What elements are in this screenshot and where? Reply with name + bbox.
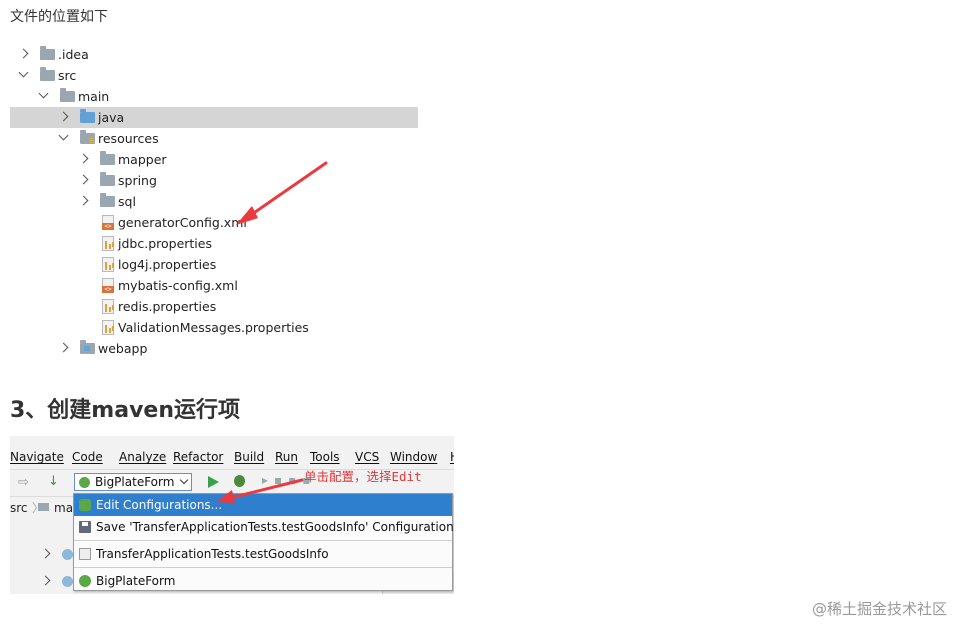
chevron-right-icon[interactable]	[18, 48, 29, 59]
source-folder-icon	[80, 109, 95, 123]
folder-icon	[40, 46, 55, 60]
chevron-right-icon[interactable]	[58, 111, 69, 122]
tree-row[interactable]: sql	[10, 191, 418, 212]
tree-row[interactable]: resources	[10, 128, 418, 149]
tree-row[interactable]: mybatis-config.xml	[10, 275, 418, 296]
chevron-right-icon[interactable]	[78, 174, 89, 185]
tree-row[interactable]: src	[10, 65, 418, 86]
tree-row[interactable]: webapp	[10, 338, 418, 359]
tree-row[interactable]: jdbc.properties	[10, 233, 418, 254]
tree-item-label: webapp	[98, 341, 148, 356]
properties-file-icon	[102, 320, 114, 335]
tree-row[interactable]: redis.properties	[10, 296, 418, 317]
web-folder-icon	[80, 340, 95, 354]
annotation-arrow-ide	[216, 478, 304, 503]
tree-item-label: main	[78, 89, 110, 104]
tree-item-label: src	[58, 68, 77, 83]
folder-icon	[100, 172, 115, 186]
xml-file-icon	[102, 215, 114, 230]
ide-screenshot: Navigate Code Analyze Refactor Build Run Tools…	[10, 436, 454, 594]
tree-item-label: .idea	[58, 47, 89, 62]
folder-icon	[40, 67, 55, 81]
chevron-down-icon[interactable]	[38, 88, 49, 99]
tree-row[interactable]: log4j.properties	[10, 254, 418, 275]
chevron-right-icon[interactable]	[78, 195, 89, 206]
xml-file-icon	[102, 278, 114, 293]
tree-row[interactable]: main	[10, 86, 418, 107]
folder-icon	[100, 193, 115, 207]
tree-item-label: spring	[118, 173, 157, 188]
tree-item-label: redis.properties	[118, 299, 217, 314]
tree-item-label: sql	[118, 194, 136, 209]
watermark: @稀土掘金技术社区	[812, 600, 948, 618]
chevron-down-icon[interactable]	[58, 130, 69, 141]
tree-item-label: mapper	[118, 152, 167, 167]
resources-folder-icon	[80, 130, 95, 144]
tree-item-label: ValidationMessages.properties	[118, 320, 309, 335]
properties-file-icon	[102, 257, 114, 272]
tree-row[interactable]: .idea	[10, 44, 418, 65]
annotation-text: 单击配置，选择Edit	[304, 469, 422, 484]
tree-item-label: mybatis-config.xml	[118, 278, 238, 293]
properties-file-icon	[102, 236, 114, 251]
chevron-right-icon[interactable]	[78, 153, 89, 164]
tree-item-label: resources	[98, 131, 159, 146]
tree-item-label: java	[98, 110, 125, 125]
properties-file-icon	[102, 299, 114, 314]
tree-item-label: log4j.properties	[118, 257, 217, 272]
chevron-right-icon[interactable]	[58, 342, 69, 353]
tree-row[interactable]: ValidationMessages.properties	[10, 317, 418, 338]
tree-row[interactable]: spring	[10, 170, 418, 191]
tree-row[interactable]: generatorConfig.xml	[10, 212, 418, 233]
folder-icon	[100, 151, 115, 165]
chevron-down-icon[interactable]	[18, 67, 29, 78]
project-tree: .idea src main java resources mapper spring sql…	[10, 44, 418, 359]
tree-item-label: jdbc.properties	[118, 236, 212, 251]
folder-icon	[60, 88, 75, 102]
tree-row[interactable]: java	[10, 107, 418, 128]
tree-row[interactable]: mapper	[10, 149, 418, 170]
section-heading: 3、创建maven运行项	[10, 398, 241, 423]
intro-text: 文件的位置如下	[10, 9, 108, 25]
tree-item-label: generatorConfig.xml	[118, 215, 247, 230]
